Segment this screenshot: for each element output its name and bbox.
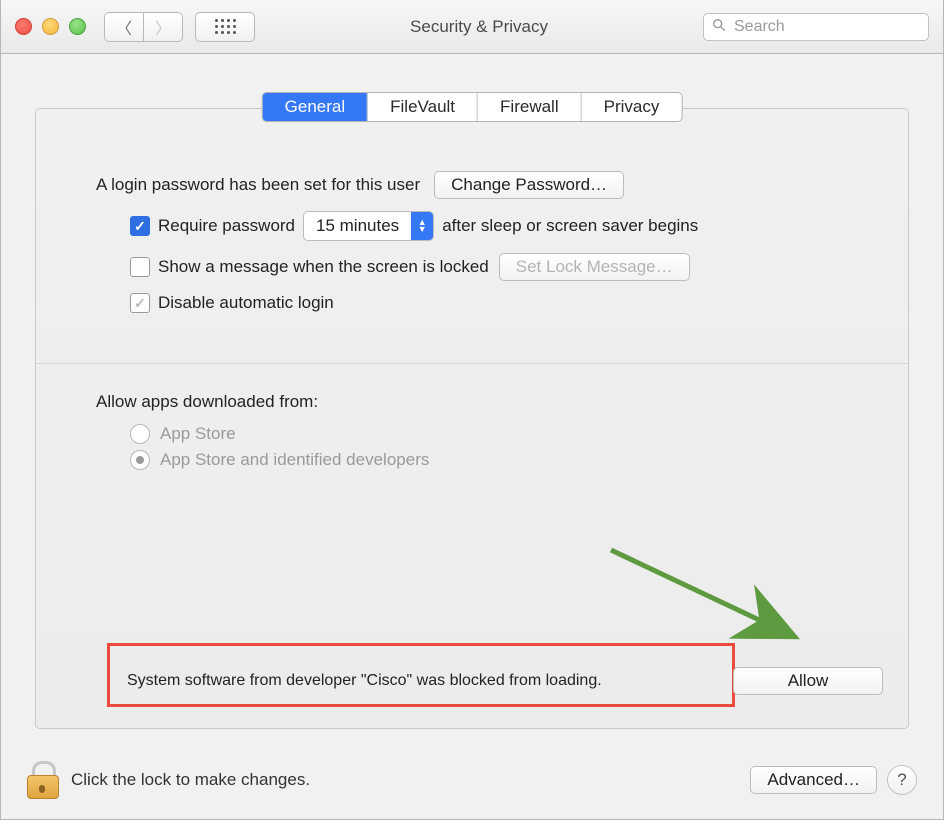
allow-apps-header-row: Allow apps downloaded from: [96,392,868,412]
general-content: A login password has been set for this u… [36,141,908,728]
search-field-wrap[interactable] [703,13,929,41]
show-all-prefs-button[interactable] [195,12,255,42]
security-privacy-window: 〈 〉 Security & Privacy General FileVault… [0,0,944,820]
radio-appstore-row: App Store [96,424,868,444]
divider [36,363,908,364]
tab-general[interactable]: General [263,93,368,121]
require-password-row: Require password 15 minutes ▲▼ after sle… [96,211,868,241]
require-password-delay-value: 15 minutes [316,216,399,236]
select-arrows-icon: ▲▼ [411,212,433,240]
show-message-label: Show a message when the screen is locked [158,257,489,277]
disable-auto-login-label: Disable automatic login [158,293,334,313]
require-password-suffix: after sleep or screen saver begins [442,216,698,236]
allow-apps-header: Allow apps downloaded from: [96,392,318,412]
require-password-label: Require password [158,216,295,236]
forward-button[interactable]: 〉 [144,12,183,42]
footer: Click the lock to make changes. Advanced… [1,741,943,819]
nav-back-forward: 〈 〉 [104,12,183,42]
grid-icon [215,19,236,34]
radio-identified-label: App Store and identified developers [160,450,429,470]
require-password-delay-select[interactable]: 15 minutes ▲▼ [303,211,434,241]
minimize-window-button[interactable] [42,18,59,35]
radio-identified-developers[interactable] [130,450,150,470]
lock-icon[interactable] [27,761,57,799]
tab-privacy[interactable]: Privacy [582,93,682,121]
search-icon [712,18,726,36]
login-password-row: A login password has been set for this u… [96,171,868,199]
traffic-lights [15,18,86,35]
search-input[interactable] [732,17,920,37]
back-button[interactable]: 〈 [104,12,144,42]
show-message-row: Show a message when the screen is locked… [96,253,868,281]
allow-button[interactable]: Allow [733,667,883,695]
help-button[interactable]: ? [887,765,917,795]
show-message-checkbox[interactable] [130,257,150,277]
login-password-text: A login password has been set for this u… [96,175,420,195]
zoom-window-button[interactable] [69,18,86,35]
change-password-button[interactable]: Change Password… [434,171,624,199]
tab-filevault[interactable]: FileVault [368,93,478,121]
tab-bar: General FileVault Firewall Privacy [262,92,683,122]
tab-firewall[interactable]: Firewall [478,93,582,121]
blocked-software-row: System software from developer "Cisco" w… [127,667,883,695]
general-panel: A login password has been set for this u… [35,108,909,729]
lock-hint-text: Click the lock to make changes. [71,770,310,790]
chevron-right-icon: 〉 [155,15,171,39]
chevron-left-icon: 〈 [116,15,132,39]
disable-auto-login-checkbox[interactable] [130,293,150,313]
close-window-button[interactable] [15,18,32,35]
require-password-checkbox[interactable] [130,216,150,236]
radio-appstore[interactable] [130,424,150,444]
radio-appstore-label: App Store [160,424,236,444]
window-titlebar: 〈 〉 Security & Privacy [1,0,943,54]
disable-auto-login-row: Disable automatic login [96,293,868,313]
advanced-button[interactable]: Advanced… [750,766,877,794]
set-lock-message-button[interactable]: Set Lock Message… [499,253,690,281]
blocked-software-text: System software from developer "Cisco" w… [127,672,602,690]
radio-identified-row: App Store and identified developers [96,450,868,470]
window-title: Security & Privacy [255,17,703,37]
